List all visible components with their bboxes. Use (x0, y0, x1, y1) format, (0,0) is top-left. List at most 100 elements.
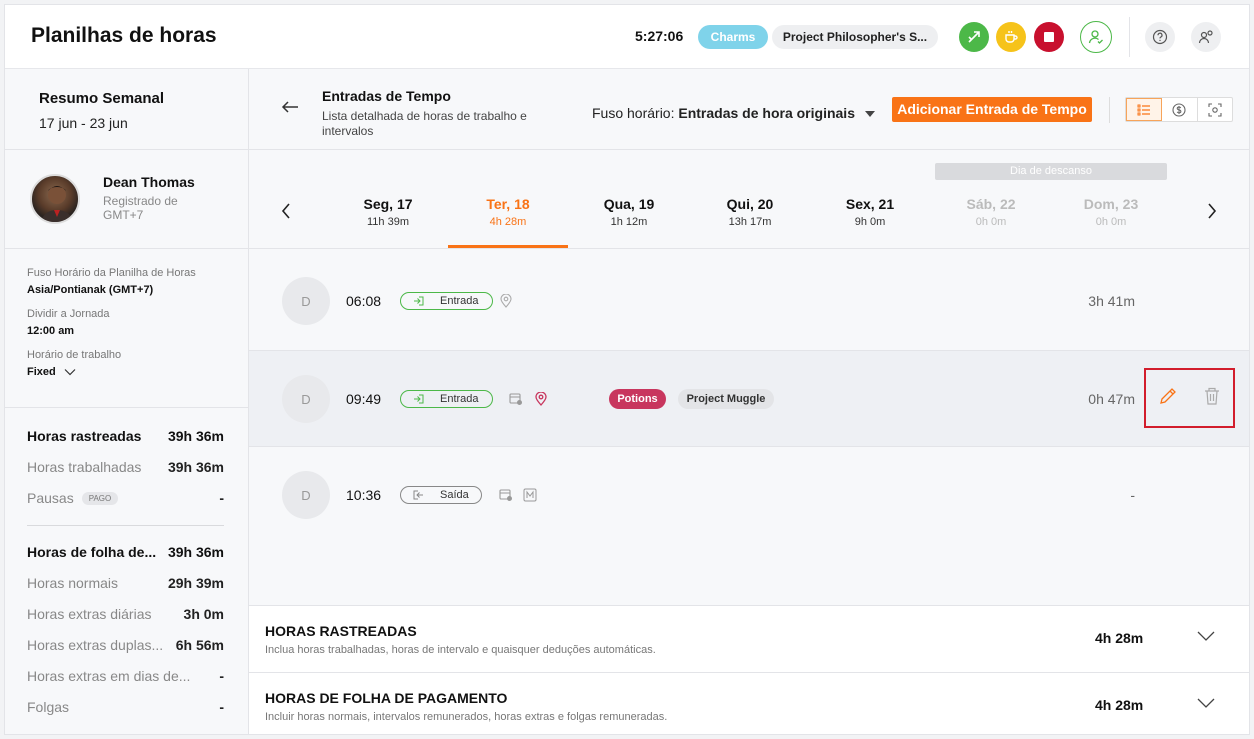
tab-day-wed[interactable]: Qua, 19 1h 12m (569, 196, 689, 228)
back-button[interactable] (281, 97, 299, 120)
clock-in-icon (414, 394, 424, 404)
expand-button[interactable] (1197, 628, 1215, 646)
stat-value: - (219, 667, 224, 684)
add-time-entry-button[interactable]: Adicionar Entrada de Tempo (892, 97, 1092, 122)
person-name: Dean Thomas (103, 174, 195, 190)
day-tabs: Dia de descanso Seg, 17 11h 39m Ter, 18 4h… (249, 150, 1249, 249)
work-schedule-select[interactable]: Fixed (27, 366, 248, 378)
entry-time: 06:08 (346, 293, 382, 309)
expand-button[interactable] (1197, 695, 1215, 713)
clock-out-icon (413, 490, 423, 500)
tab-day-sun[interactable]: Dom, 23 0h 0m (1051, 196, 1171, 228)
chevron-down-icon (64, 369, 76, 376)
stat-label: Horas rastreadas (27, 427, 142, 444)
person-card: Dean Thomas Registrado de GMT+7 (5, 150, 248, 249)
entry-type: Entrada (440, 393, 479, 405)
view-toggle-group (1125, 97, 1233, 122)
user-check-icon (1088, 30, 1103, 44)
stat-label: Pausas PAGO (27, 489, 119, 506)
project-pill[interactable]: Project Philosopher's S... (772, 25, 938, 49)
entry-time: 09:49 (346, 391, 382, 407)
chevron-right-icon (1208, 203, 1217, 219)
day-name: Qui, 20 (726, 196, 774, 212)
time-entry-row[interactable]: D 06:08 Entrada 3h 41m (249, 253, 1249, 350)
activity-badge: Potions (609, 389, 666, 409)
tab-day-sat[interactable]: Sáb, 22 0h 0m (931, 196, 1051, 228)
stop-icon (1044, 32, 1054, 42)
team-settings-button[interactable] (1191, 22, 1221, 52)
weekly-summary-title: Resumo Semanal (39, 90, 165, 107)
stat-row: Horas extras diárias 3h 0m (27, 598, 224, 629)
clock-out-tag: Saída (400, 486, 482, 504)
break-button[interactable] (996, 22, 1026, 52)
stat-label: Horas extras diárias (27, 605, 152, 622)
summary-value: 4h 28m (1095, 630, 1144, 646)
stat-label: Horas trabalhadas (27, 458, 142, 475)
day-name: Dom, 23 (1083, 196, 1139, 212)
cost-view-button[interactable] (1162, 98, 1198, 121)
summary-description: Inclua horas trabalhadas, horas de inter… (265, 644, 656, 656)
paid-badge: PAGO (81, 492, 119, 506)
stat-row: Horas extras em dias de... - (27, 660, 224, 691)
time-entry-row[interactable]: D 09:49 Entrada Potions Project Muggle 0… (249, 350, 1249, 447)
switch-task-button[interactable] (959, 22, 989, 52)
setting-label: Horário de trabalho (27, 349, 122, 361)
stat-value: 39h 36m (167, 543, 224, 560)
edit-entry-button[interactable] (1158, 386, 1178, 411)
tracked-hours-summary[interactable]: HORAS RASTREADAS Inclua horas trabalhada… (249, 605, 1249, 672)
user-status-button[interactable] (1080, 21, 1112, 53)
avatar (30, 174, 80, 224)
tab-day-thu[interactable]: Qui, 20 13h 17m (690, 196, 810, 228)
location-pin-icon (500, 294, 512, 308)
timezone-select[interactable]: Fuso horário: Entradas de hora originais (592, 105, 875, 121)
summary-description: Incluir horas normais, intervalos remune… (265, 711, 668, 723)
person-timezone: Registrado de GMT+7 (103, 194, 178, 222)
previous-week-button[interactable] (281, 202, 291, 225)
list-icon (1137, 104, 1151, 115)
team-settings-icon (1198, 30, 1213, 44)
timesheet-settings: Fuso Horário da Planilha de Horas Asia/P… (5, 249, 248, 408)
stop-button[interactable] (1034, 22, 1064, 52)
tab-day-fri[interactable]: Sex, 21 9h 0m (810, 196, 930, 228)
stat-value: 6h 56m (175, 636, 224, 653)
delete-entry-button[interactable] (1203, 386, 1221, 411)
entry-avatar: D (282, 471, 330, 519)
time-entry-row[interactable]: D 10:36 Saída - (249, 447, 1249, 544)
arrow-left-icon (281, 101, 298, 113)
stat-value: 3h 0m (183, 605, 224, 622)
photo-view-button[interactable] (1198, 98, 1232, 121)
pencil-icon (1160, 387, 1177, 404)
stat-row: Folgas - (27, 691, 224, 722)
breaks-label: Pausas (27, 489, 74, 506)
location-button[interactable] (533, 391, 549, 407)
list-view-button[interactable] (1126, 98, 1163, 121)
switch-icon (968, 31, 980, 43)
panel-subtitle: Lista detalhada de horas de trabalho e i… (322, 109, 527, 138)
day-name: Sáb, 22 (966, 196, 1016, 212)
setting-label: Dividir a Jornada (27, 308, 110, 320)
tab-day-mon[interactable]: Seg, 17 11h 39m (328, 196, 448, 228)
timezone-value: Asia/Pontianak (GMT+7) (27, 284, 154, 296)
scan-face-icon (1208, 102, 1222, 117)
payroll-hours-summary[interactable]: HORAS DE FOLHA DE PAGAMENTO Incluir hora… (249, 672, 1249, 734)
activity-pill[interactable]: Charms (698, 25, 768, 49)
stat-row: Horas trabalhadas 39h 36m (27, 451, 224, 482)
stat-label: Horas extras em dias de... (27, 667, 191, 684)
web-device-icon (509, 393, 522, 405)
header-divider (1129, 17, 1130, 57)
help-button[interactable] (1145, 22, 1175, 52)
next-week-button[interactable] (1207, 202, 1217, 225)
entry-avatar: D (282, 375, 330, 423)
day-hours: 9h 0m (854, 216, 886, 228)
summary-value: 4h 28m (1095, 697, 1144, 713)
entry-duration: 0h 47m (1088, 391, 1135, 407)
weekly-date-range: 17 jun - 23 jun (39, 115, 128, 131)
entry-time: 10:36 (346, 487, 382, 503)
work-schedule-value: Fixed (27, 366, 56, 378)
web-app-source-icon (498, 487, 514, 503)
tab-day-tue[interactable]: Ter, 18 4h 28m (448, 196, 568, 228)
stat-label: Horas normais (27, 574, 119, 591)
location-button[interactable] (498, 293, 514, 309)
entry-actions (1144, 368, 1235, 428)
entry-duration: - (1130, 487, 1135, 503)
